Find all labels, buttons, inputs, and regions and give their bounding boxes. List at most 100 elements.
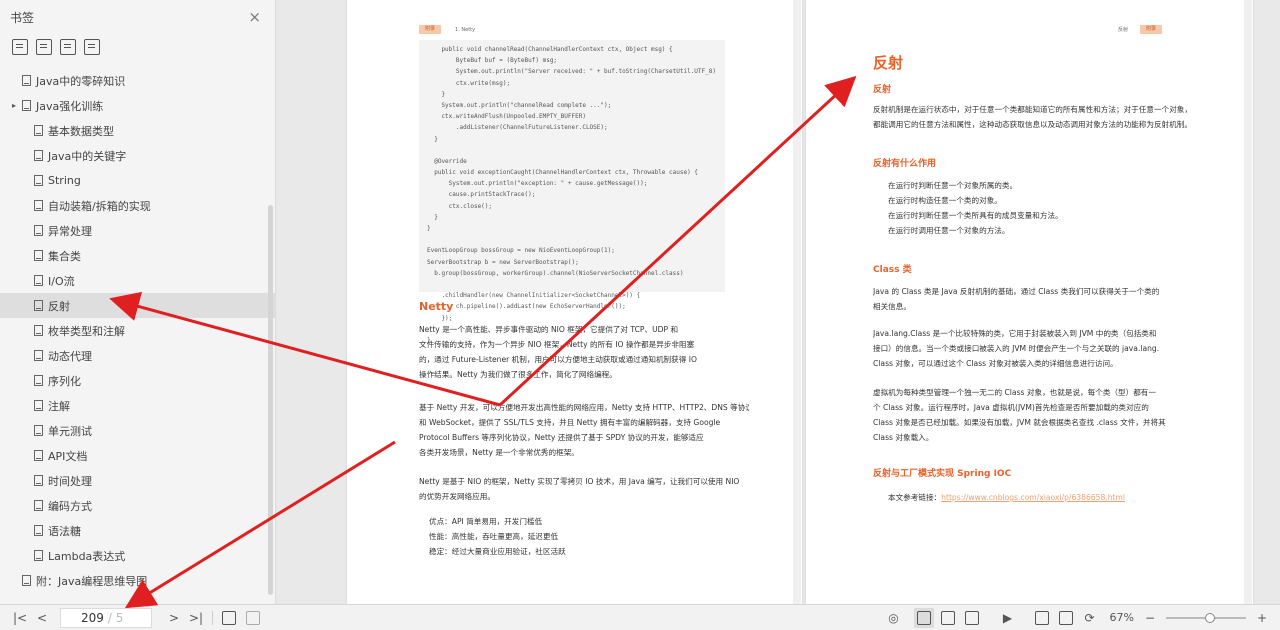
text-line: 在运行时判断任意一个类所具有的成员变量和方法。 <box>888 211 1063 220</box>
play-icon[interactable]: ▶ <box>998 608 1018 628</box>
expand-all-icon[interactable] <box>12 39 28 55</box>
uses-list: 在运行时判断任意一个对象所属的类。 在运行时构造任意一个类的对象。 在运行时判断任意… <box>888 178 1208 238</box>
bookmark-item[interactable]: Java中的零碎知识 <box>0 68 275 93</box>
header-tag: 附录 <box>419 25 442 34</box>
bookmark-item[interactable]: 单元测试 <box>0 418 275 443</box>
text-line: Java 的 Class 类是 Java 反射机制的基础，通过 Class 类我… <box>873 287 1160 296</box>
fit-width-icon[interactable] <box>1032 608 1052 628</box>
export-icon[interactable] <box>243 608 263 628</box>
zoom-slider[interactable] <box>1166 611 1246 625</box>
text-line: Class 对象载入。 <box>873 433 934 442</box>
bookmark-item[interactable]: 自动装箱/拆箱的实现 <box>0 193 275 218</box>
bookmark-icon <box>22 575 31 586</box>
expand-caret-icon[interactable]: ▸ <box>12 101 22 110</box>
fit-page-icon[interactable] <box>1056 608 1076 628</box>
delete-bookmark-icon[interactable] <box>84 39 100 55</box>
collapse-all-icon[interactable] <box>36 39 52 55</box>
reference-line: 本文参考链接：https://www.cnblogs.com/xiaoxi/p/… <box>888 490 1213 505</box>
text-line: Java.lang.Class 是一个比较特殊的类，它用于封装被装入到 JVM … <box>873 329 1157 338</box>
close-icon[interactable]: × <box>248 8 261 26</box>
text-line: 优点：API 简单易用，开发门槛低 <box>429 517 543 526</box>
section-heading: 反射与工厂模式实现 Spring IOC <box>873 469 1012 479</box>
left-page: 附录 1. Netty public void channelRead(Chan… <box>347 0 802 604</box>
bookmark-label: String <box>48 174 81 187</box>
rotate-icon[interactable]: ⟳ <box>1080 608 1100 628</box>
bookmark-label: 反射 <box>48 299 70 313</box>
bookmark-item[interactable]: 附：Java编程思维导图 <box>0 568 275 593</box>
reference-link[interactable]: https://www.cnblogs.com/xiaoxi/p/6386658… <box>941 493 1125 502</box>
bookmark-item[interactable]: 异常处理 <box>0 218 275 243</box>
bookmark-item[interactable]: String <box>0 168 275 193</box>
bookmark-item[interactable]: Lambda表达式 <box>0 543 275 568</box>
sidebar-toolbar <box>0 34 275 60</box>
page-number-input[interactable]: 209 / 5 <box>60 607 152 628</box>
bookmark-item[interactable]: 动态代理 <box>0 343 275 368</box>
code-line: System.out.println("Server received: " +… <box>427 68 717 76</box>
bookmark-icon <box>34 475 43 486</box>
code-line: @Override <box>427 157 467 165</box>
text-line: Class 对象是否已经加载。如果没有加载，JVM 就会根据类名查找 .clas… <box>873 418 1166 427</box>
zoom-in-button[interactable]: + <box>1252 608 1272 628</box>
last-page-button[interactable]: >| <box>186 608 206 628</box>
bookmark-icon <box>34 550 43 561</box>
document-viewport: 附录 1. Netty public void channelRead(Chan… <box>277 0 1280 604</box>
bookmark-label: 时间处理 <box>48 474 92 488</box>
bookmark-item[interactable]: API文档 <box>0 443 275 468</box>
page-scrollbar[interactable] <box>793 0 801 604</box>
bookmark-item[interactable]: 序列化 <box>0 368 275 393</box>
sidebar-header: 书签 × <box>0 0 275 34</box>
single-page-view-icon[interactable] <box>938 608 958 628</box>
total-pages: / 5 <box>107 610 124 625</box>
page-scrollbar[interactable] <box>1244 0 1252 604</box>
bookmark-icon <box>34 500 43 511</box>
bookmark-icon <box>34 300 43 311</box>
bookmark-item[interactable]: 语法糖 <box>0 518 275 543</box>
section-heading: 反射有什么作用 <box>873 159 937 169</box>
code-line: ch.pipeline().addLast(new EchoServerHand… <box>427 303 626 311</box>
bookmark-item[interactable]: I/O流 <box>0 268 275 293</box>
bookmark-item[interactable]: 反射 <box>0 293 275 318</box>
first-page-button[interactable]: |< <box>10 608 30 628</box>
code-line: ByteBuf buf = (ByteBuf) msg; <box>427 57 558 65</box>
next-page-button[interactable]: > <box>164 608 184 628</box>
zoom-out-button[interactable]: − <box>1140 608 1160 628</box>
sidebar-scrollbar[interactable] <box>268 205 273 595</box>
text-line: 都能调用它的任意方法和属性，这种动态获取信息以及动态调用对象方法的功能称为反射机… <box>873 120 1192 129</box>
prev-page-button[interactable]: < <box>32 608 52 628</box>
divider <box>212 610 213 625</box>
bookmark-label: Java强化训练 <box>36 99 104 113</box>
bookmark-icon <box>34 350 43 361</box>
bookmark-label: Lambda表达式 <box>48 549 126 563</box>
code-line: } <box>427 225 431 232</box>
exit-icon[interactable] <box>219 608 239 628</box>
bookmark-item[interactable]: 基本数据类型 <box>0 118 275 143</box>
bookmark-item[interactable]: ▸ Java强化训练 <box>0 93 275 118</box>
paragraph: Netty 是一个高性能、异步事件驱动的 NIO 框架，它提供了对 TCP、UD… <box>419 322 749 382</box>
bookmark-item[interactable]: 时间处理 <box>0 468 275 493</box>
bookmark-item[interactable]: Java中的关键字 <box>0 143 275 168</box>
two-page-view-icon[interactable] <box>913 607 934 628</box>
paragraph: Netty 是基于 NIO 的框架，Netty 实现了零拷贝 IO 技术，用 J… <box>419 474 749 504</box>
bookmark-icon <box>34 275 43 286</box>
zoom-slider-handle[interactable] <box>1204 612 1215 623</box>
text-line: 操作结果。Netty 为我们做了很多工作，简化了网络编程。 <box>419 370 617 379</box>
bookmark-item[interactable]: 注解 <box>0 393 275 418</box>
bookmark-icon <box>34 250 43 261</box>
text-line: Netty 是基于 NIO 的框架，Netty 实现了零拷贝 IO 技术，用 J… <box>419 477 740 486</box>
section-heading: Netty <box>419 300 454 313</box>
section-subtitle: 反射 <box>873 85 892 95</box>
bookmark-label: API文档 <box>48 449 88 463</box>
add-bookmark-icon[interactable] <box>60 39 76 55</box>
bookmark-label: 注解 <box>48 399 70 413</box>
paragraph: Java 的 Class 类是 Java 反射机制的基础，通过 Class 类我… <box>873 284 1213 314</box>
bookmark-label: 动态代理 <box>48 349 92 363</box>
bookmark-item[interactable]: 集合类 <box>0 243 275 268</box>
code-line: b.group(bossGroup, workerGroup).channel(… <box>427 269 684 277</box>
continuous-view-icon[interactable] <box>962 608 982 628</box>
bookmark-list: Java中的零碎知识 ▸ Java强化训练基本数据类型 Java中的关键字 String… <box>0 68 275 593</box>
bookmark-item[interactable]: 枚举类型和注解 <box>0 318 275 343</box>
bookmark-item[interactable]: 编码方式 <box>0 493 275 518</box>
read-mode-icon[interactable]: ◎ <box>884 608 904 628</box>
intro-paragraph: 反射机制是在运行状态中，对于任意一个类都能知道它的所有属性和方法；对于任意一个对… <box>873 102 1213 132</box>
